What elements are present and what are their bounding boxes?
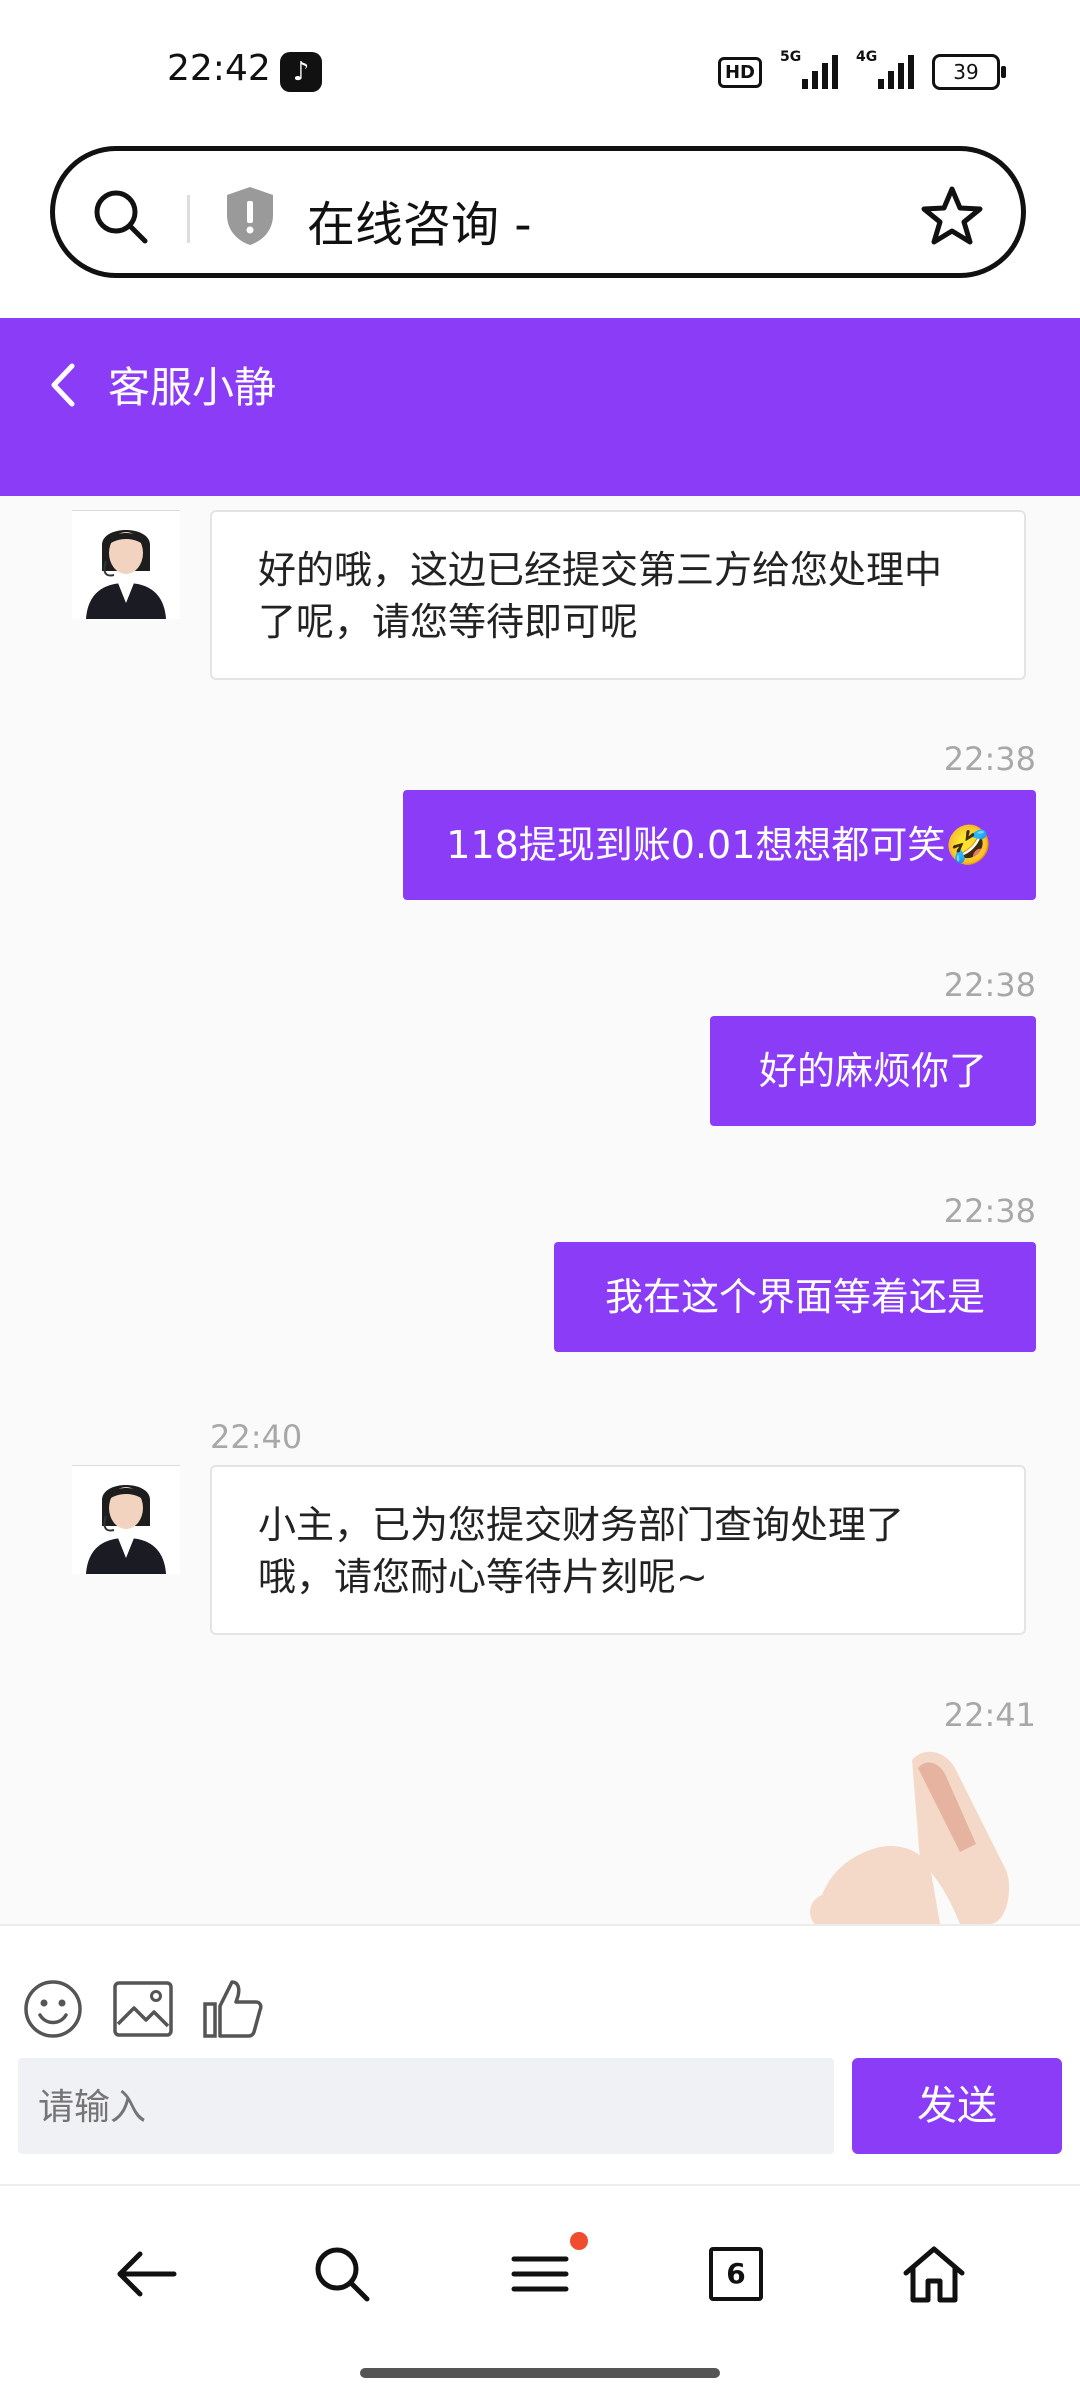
status-bar: 22:42 ♪ HD 5G 4G 39 (0, 0, 1080, 140)
message-incoming: 好的哦，这边已经提交第三方给您处理中了呢，请您等待即可呢 (210, 510, 1026, 680)
battery-icon: 39 (932, 54, 1006, 90)
back-chevron-icon[interactable] (48, 358, 78, 416)
agent-name: 客服小静 (108, 363, 277, 412)
ok-hand-sticker (800, 1740, 1020, 1924)
message-timestamp: 22:38 (943, 740, 1036, 778)
message-outgoing: 好的麻烦你了 (710, 1016, 1036, 1126)
address-divider (187, 195, 190, 243)
tiktok-app-icon: ♪ (280, 52, 322, 92)
message-input[interactable] (18, 2058, 838, 2156)
hd-voice-icon: HD (717, 56, 762, 88)
bookmark-star-icon[interactable] (921, 185, 983, 251)
shield-warning-icon[interactable] (223, 185, 277, 251)
message-timestamp: 22:38 (943, 966, 1036, 1004)
home-icon[interactable] (894, 2234, 974, 2314)
tab-count: 6 (709, 2247, 763, 2301)
agent-avatar[interactable] (72, 510, 180, 619)
address-bar[interactable]: 在线咨询 - (50, 146, 1026, 278)
composer: 发送 (0, 1924, 1080, 2186)
image-icon[interactable] (112, 1980, 174, 2042)
page-title: 在线咨询 - (307, 197, 532, 253)
4g-signal-icon: 4G (856, 49, 914, 89)
notification-dot (570, 2232, 588, 2250)
browser-toolbar: 在线咨询 - (0, 140, 1080, 318)
search-icon[interactable] (302, 2234, 382, 2314)
message-input-field[interactable] (36, 2058, 838, 2156)
emoji-icon[interactable] (22, 1978, 84, 2044)
thumbs-up-icon[interactable] (202, 1978, 264, 2044)
status-time: 22:42 (167, 48, 271, 89)
status-indicators: HD 5G 4G 39 (717, 49, 1006, 92)
send-button[interactable]: 发送 (852, 2058, 1062, 2154)
message-timestamp: 22:38 (943, 1192, 1036, 1230)
message-outgoing: 我在这个界面等着还是 (554, 1242, 1036, 1352)
chat-header: 客服小静 (0, 318, 1080, 496)
agent-avatar[interactable] (72, 1465, 180, 1574)
message-timestamp: 22:40 (210, 1418, 303, 1456)
message-outgoing: 118提现到账0.01想想都可笑🤣 (403, 790, 1036, 900)
menu-icon[interactable] (500, 2234, 580, 2314)
tabs-icon[interactable]: 6 (696, 2234, 776, 2314)
4g-label: 4G (856, 49, 878, 65)
message-timestamp: 22:41 (943, 1696, 1036, 1734)
5g-label: 5G (780, 49, 802, 65)
message-incoming: 小主，已为您提交财务部门查询处理了哦，请您耐心等待片刻呢~ (210, 1465, 1026, 1635)
5g-signal-icon: 5G (780, 49, 838, 89)
search-icon[interactable] (91, 187, 151, 251)
gesture-home-bar[interactable] (360, 2368, 720, 2378)
back-arrow-icon[interactable] (106, 2234, 186, 2314)
